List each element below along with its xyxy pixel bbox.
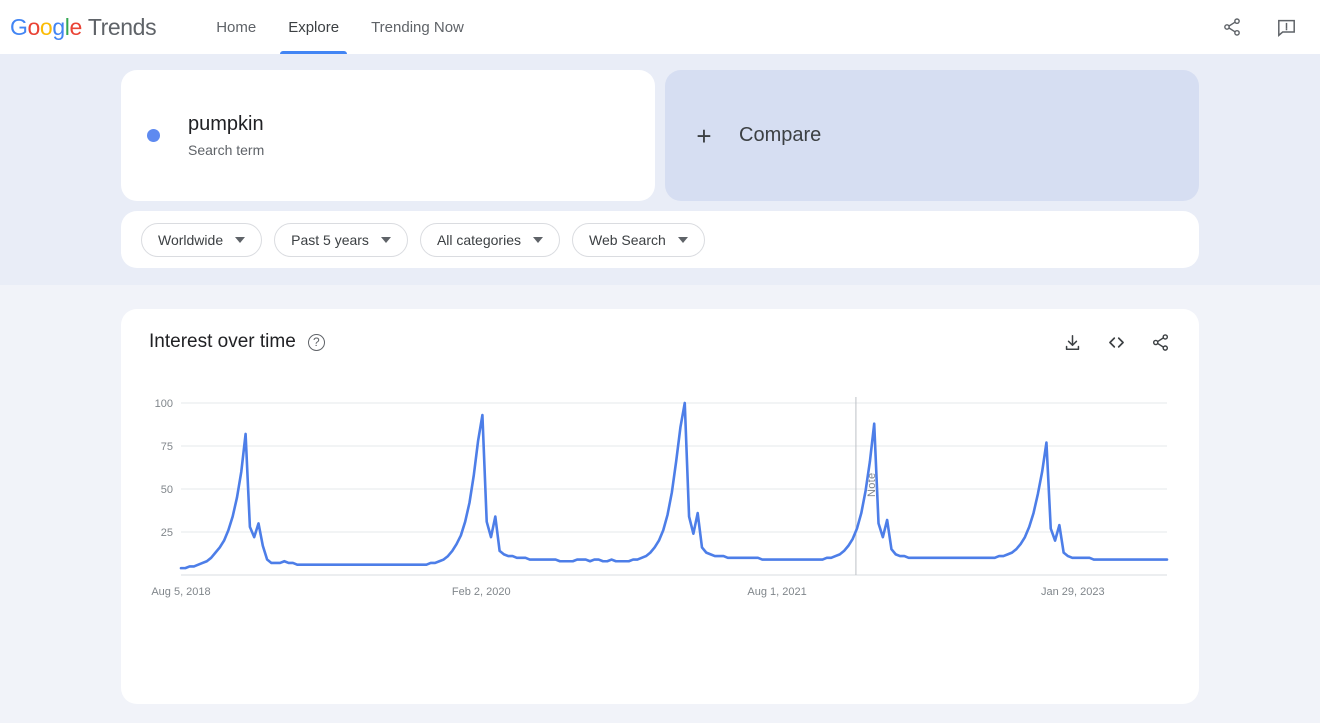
svg-text:Aug 5, 2018: Aug 5, 2018 (151, 586, 210, 598)
series-color-dot (147, 129, 160, 142)
filter-time-range-label: Past 5 years (291, 231, 369, 248)
logo-letter-e1: e (69, 13, 82, 40)
svg-text:75: 75 (161, 441, 173, 453)
chevron-down-icon (677, 236, 688, 243)
chart-note-annotation: Note (865, 472, 878, 497)
filter-category-label: All categories (436, 231, 521, 248)
filter-category[interactable]: All categories (419, 222, 560, 257)
interest-over-time-chart[interactable]: 25 50 75 100 Aug 5, 2018 Feb 2, 2020 Aug 1, 20… (149, 397, 1171, 612)
chart-title: Interest over time (149, 331, 296, 352)
search-term-text: pumpkin Search term (188, 111, 264, 160)
chevron-down-icon (235, 236, 246, 243)
nav-item-home[interactable]: Home (200, 0, 272, 54)
header-actions (1220, 15, 1298, 39)
main-nav: Home Explore Trending Now (200, 0, 480, 54)
search-term-type: Search term (188, 142, 265, 158)
svg-text:Aug 1, 2021: Aug 1, 2021 (747, 586, 806, 598)
search-term-value: pumpkin (188, 113, 264, 135)
plus-icon: + (696, 120, 712, 151)
share-icon[interactable] (1220, 15, 1244, 39)
query-cards-row: pumpkin Search term + Compare (121, 70, 1199, 201)
filter-search-type-label: Web Search (588, 231, 666, 248)
filter-location-label: Worldwide (158, 231, 224, 248)
nav-item-trending-now[interactable]: Trending Now (355, 0, 480, 54)
google-trends-logo[interactable]: Go o g l e Trends (10, 13, 157, 41)
share-icon[interactable] (1149, 331, 1171, 353)
compare-label: Compare (739, 124, 822, 146)
chevron-down-icon (532, 236, 543, 243)
filter-time-range[interactable]: Past 5 years (274, 222, 408, 257)
query-shell: pumpkin Search term + Compare Worldwide … (121, 70, 1199, 268)
svg-text:25: 25 (161, 527, 173, 539)
interest-over-time-card: Interest over time ? 25 50 75 100 Aug 5,… (121, 309, 1199, 704)
results-section: Interest over time ? 25 50 75 100 Aug 5,… (0, 285, 1320, 704)
help-icon[interactable]: ? (307, 333, 325, 351)
chart-header: Interest over time ? (149, 331, 1171, 353)
filter-bar: Worldwide Past 5 years All categories We… (121, 211, 1199, 268)
app-header: Go o g l e Trends Home Explore Trending Now (0, 0, 1320, 54)
filter-search-type[interactable]: Web Search (571, 222, 705, 257)
logo-letter-o2: o (39, 13, 53, 40)
chart-plot-area: 25 50 75 100 Aug 5, 2018 Feb 2, 2020 Aug 1, 20… (149, 397, 1171, 598)
embed-icon[interactable] (1105, 331, 1127, 353)
svg-text:Feb 2, 2020: Feb 2, 2020 (452, 586, 511, 598)
feedback-icon[interactable] (1274, 15, 1298, 39)
nav-item-explore[interactable]: Explore (272, 0, 355, 54)
chevron-down-icon (380, 236, 391, 243)
chart-toolbar (1061, 331, 1171, 353)
svg-text:100: 100 (155, 398, 173, 410)
logo-letter-o1: o (27, 13, 41, 40)
logo-word-trends: Trends (87, 13, 157, 40)
svg-text:50: 50 (161, 484, 173, 496)
logo-letter-g2: g (52, 13, 65, 40)
query-section: pumpkin Search term + Compare Worldwide … (0, 54, 1320, 285)
compare-card[interactable]: + Compare (665, 70, 1199, 201)
svg-text:Jan 29, 2023: Jan 29, 2023 (1041, 586, 1105, 598)
search-term-card[interactable]: pumpkin Search term (121, 70, 655, 201)
logo-letter-g1: G (10, 13, 28, 40)
filter-location[interactable]: Worldwide (141, 222, 263, 257)
download-icon[interactable] (1061, 331, 1083, 353)
